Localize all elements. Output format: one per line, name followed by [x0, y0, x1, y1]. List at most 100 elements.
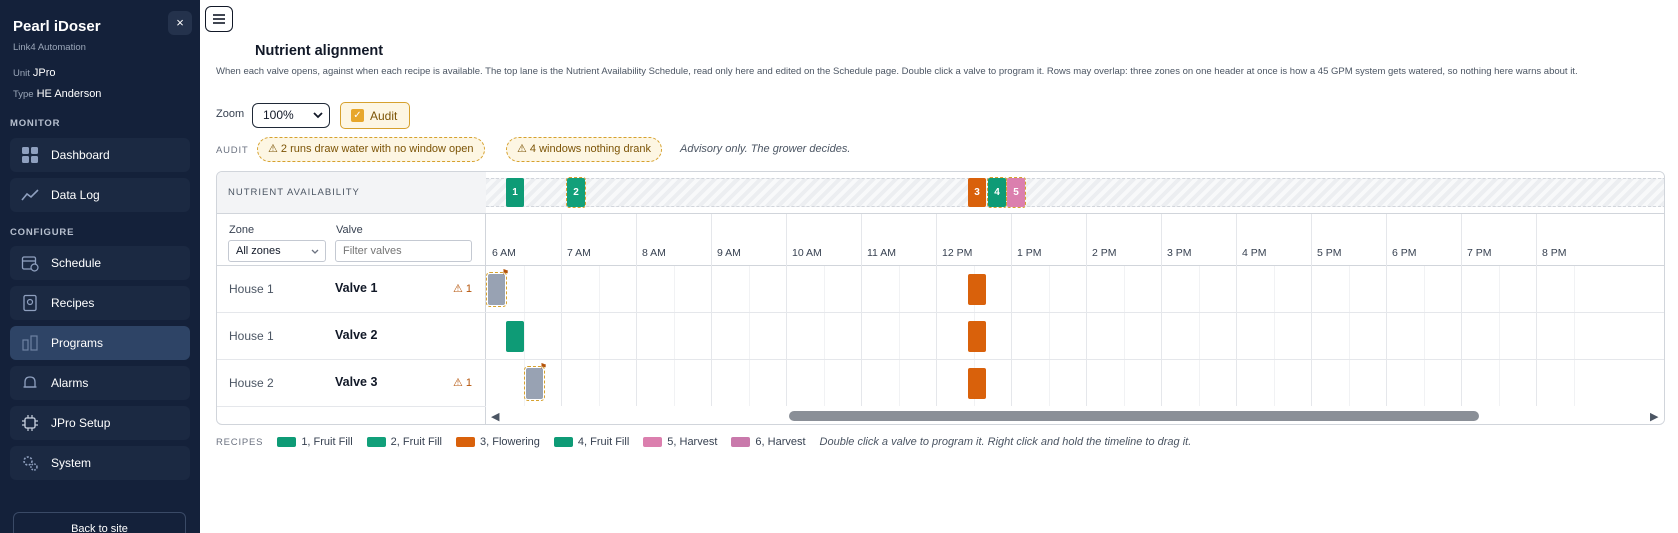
hour-label: 3 PM — [1167, 247, 1192, 259]
hour-label: 11 AM — [867, 247, 896, 259]
hour-label: 9 AM — [717, 247, 741, 259]
type-value: HE Anderson — [36, 88, 102, 100]
recipe-icon — [21, 294, 39, 312]
scroll-right-icon[interactable]: ▶ — [1650, 410, 1658, 423]
run-block[interactable] — [968, 368, 986, 399]
type-info: Type HE Anderson — [13, 88, 101, 100]
sidebar-item-jpro-setup[interactable]: JPro Setup — [10, 406, 190, 440]
hour-label: 10 AM — [792, 247, 822, 259]
sidebar-item-recipes[interactable]: Recipes — [10, 286, 190, 320]
bell-icon — [21, 374, 39, 392]
hour-tick — [936, 214, 937, 266]
sidebar-item-alarms[interactable]: Alarms — [10, 366, 190, 400]
zoom-select[interactable]: 100% — [252, 103, 330, 128]
sidebar-item-dashboard[interactable]: Dashboard — [10, 138, 190, 172]
run-block-unmatched[interactable]: ⚑ — [486, 268, 509, 307]
run-block-unmatched[interactable]: ⚑ — [524, 362, 547, 401]
valve-3-runs[interactable]: ⚑ — [486, 360, 1664, 407]
close-sidebar-button[interactable]: × — [168, 11, 192, 35]
availability-window-2[interactable]: 2 — [566, 177, 586, 208]
hour-label: 7 PM — [1467, 247, 1492, 259]
sidebar-item-schedule[interactable]: Schedule — [10, 246, 190, 280]
alignment-timeline: NUTRIENT AVAILABILITY Zone Valve All zon… — [216, 171, 1665, 425]
valve-filter-input[interactable] — [335, 240, 472, 262]
chevron-down-icon — [311, 241, 319, 269]
timeline-grid[interactable]: 1 2 3 4 5 6 AM 7 AM 8 AM 9 AM 10 AM 11 AM 12 P… — [486, 172, 1664, 424]
availability-window-1[interactable]: 1 — [506, 178, 524, 207]
sidebar-item-programs[interactable]: Programs — [10, 326, 190, 360]
run-block[interactable] — [506, 321, 524, 352]
run-block[interactable] — [968, 274, 986, 305]
legend-item: 4, Fruit Fill — [553, 436, 629, 448]
back-to-site-button[interactable]: Back to site — [13, 512, 186, 533]
hour-label: 6 PM — [1392, 247, 1417, 259]
valve-1-runs[interactable]: ⚑ — [486, 266, 1664, 313]
legend-label: 3, Flowering — [480, 436, 540, 448]
audit-section-label: AUDIT — [216, 145, 249, 156]
legend-swatch — [456, 437, 475, 447]
timeline-scrollbar[interactable]: ◀ ▶ — [486, 406, 1664, 424]
unit-key: Unit — [13, 68, 30, 79]
brand-subtitle: Link4 Automation — [13, 42, 86, 53]
zoom-label: Zoom — [216, 108, 245, 120]
section-configure: CONFIGURE — [10, 227, 75, 238]
availability-window-4[interactable]: 4 — [987, 177, 1007, 208]
programs-icon — [21, 334, 39, 352]
availability-hatch — [486, 178, 1664, 207]
hour-label: 6 AM — [492, 247, 516, 259]
hour-tick — [1536, 214, 1537, 266]
row-valve: Valve 3 — [335, 375, 378, 389]
hour-tick — [1011, 214, 1012, 266]
nutrient-availability-lane: 1 2 3 4 5 — [486, 172, 1664, 214]
sidebar-item-system[interactable]: System — [10, 446, 190, 480]
hour-label: 4 PM — [1242, 247, 1267, 259]
zone-column-label: Zone — [229, 224, 255, 236]
audit-pill-nothing-drank[interactable]: ⚠ 4 windows nothing drank — [506, 137, 662, 162]
sidebar: Pearl iDoser Link4 Automation × Unit JPro… — [0, 0, 200, 533]
dashboard-icon — [21, 146, 39, 164]
chart-line-icon — [21, 186, 39, 204]
valve-row-label[interactable]: House 1 Valve 2 — [217, 313, 486, 360]
hour-tick — [1311, 214, 1312, 266]
valve-2-runs[interactable] — [486, 313, 1664, 360]
section-monitor: MONITOR — [10, 118, 61, 129]
advisory-note: Advisory only. The grower decides. — [680, 143, 851, 155]
audit-pill-no-window[interactable]: ⚠ 2 runs draw water with no window open — [257, 137, 485, 162]
sidebar-item-label: Dashboard — [51, 148, 110, 162]
sidebar-item-data-log[interactable]: Data Log — [10, 178, 190, 212]
calendar-clock-icon — [21, 254, 39, 272]
hamburger-menu-button[interactable] — [205, 6, 233, 32]
hour-tick — [1236, 214, 1237, 266]
availability-window-5[interactable]: 5 — [1006, 177, 1026, 208]
scroll-left-icon[interactable]: ◀ — [491, 410, 499, 423]
zone-filter-select[interactable]: All zones — [228, 240, 326, 262]
legend-swatch — [277, 437, 297, 447]
legend-swatch — [366, 437, 386, 447]
page-title: Nutrient alignment — [255, 43, 384, 59]
run-block[interactable] — [968, 321, 986, 352]
hour-tick — [561, 214, 562, 266]
row-valve: Valve 2 — [335, 328, 378, 342]
scroll-thumb[interactable] — [789, 411, 1479, 421]
legend-item: 2, Fruit Fill — [366, 436, 442, 448]
sidebar-item-label: Schedule — [51, 256, 102, 270]
hour-tick — [861, 214, 862, 266]
availability-window-3[interactable]: 3 — [968, 178, 986, 207]
recipe-legend: RECIPES 1, Fruit Fill 2, Fruit Fill 3, F… — [216, 436, 1191, 448]
sidebar-item-label: Data Log — [51, 188, 100, 202]
hour-tick — [1461, 214, 1462, 266]
legend-label: 6, Harvest — [755, 436, 806, 448]
legend-title: RECIPES — [216, 436, 264, 448]
row-zone: House 1 — [229, 329, 274, 343]
legend-swatch — [643, 437, 663, 447]
row-zone: House 2 — [229, 376, 274, 390]
valve-row-label[interactable]: House 2 Valve 3 ⚠ 1 — [217, 360, 486, 407]
legend-item: 3, Flowering — [456, 436, 540, 448]
checkbox-checked-icon: ✓ — [351, 109, 364, 122]
audit-toggle[interactable]: ✓ Audit — [340, 102, 410, 129]
legend-label: 1, Fruit Fill — [301, 436, 353, 448]
hour-label: 8 PM — [1542, 247, 1567, 259]
unit-info: Unit JPro — [13, 67, 56, 79]
hour-tick — [711, 214, 712, 266]
valve-row-label[interactable]: House 1 Valve 1 ⚠ 1 — [217, 266, 486, 313]
